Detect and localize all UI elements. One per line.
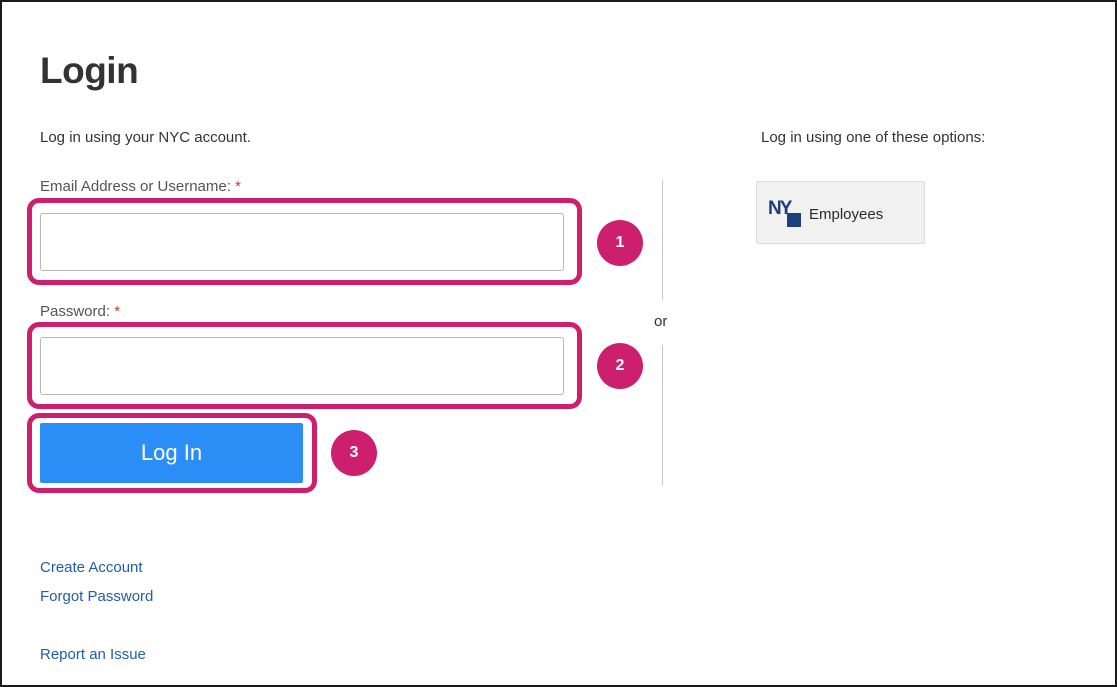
email-label-text: Email Address or Username: xyxy=(40,178,231,195)
nyc-employees-login-button[interactable]: NY Employees xyxy=(756,181,925,244)
report-issue-link[interactable]: Report an Issue xyxy=(40,646,146,663)
step-badge-1: 1 xyxy=(597,220,643,266)
login-button[interactable]: Log In xyxy=(40,423,303,483)
divider-line-bottom xyxy=(662,345,663,485)
page-title: Login xyxy=(40,50,139,91)
email-label: Email Address or Username: * xyxy=(40,178,241,195)
create-account-link[interactable]: Create Account xyxy=(40,559,143,576)
password-input[interactable] xyxy=(40,337,564,395)
password-label-text: Password: xyxy=(40,303,111,320)
password-label: Password: * xyxy=(40,303,120,320)
step-badge-3: 3 xyxy=(331,430,377,476)
required-marker: * xyxy=(114,303,121,320)
nyc-logo-c-block xyxy=(787,212,801,227)
divider-line-top xyxy=(662,180,663,300)
nyc-account-subtitle: Log in using your NYC account. xyxy=(40,129,251,146)
email-input[interactable] xyxy=(40,213,564,271)
employees-label: Employees xyxy=(809,206,884,223)
nyc-logo-icon: NY xyxy=(768,198,801,227)
required-marker: * xyxy=(235,178,241,195)
forgot-password-link[interactable]: Forgot Password xyxy=(40,588,153,605)
step-badge-2: 2 xyxy=(597,343,643,389)
or-separator: or xyxy=(654,313,668,330)
login-options-subtitle: Log in using one of these options: xyxy=(761,129,986,146)
